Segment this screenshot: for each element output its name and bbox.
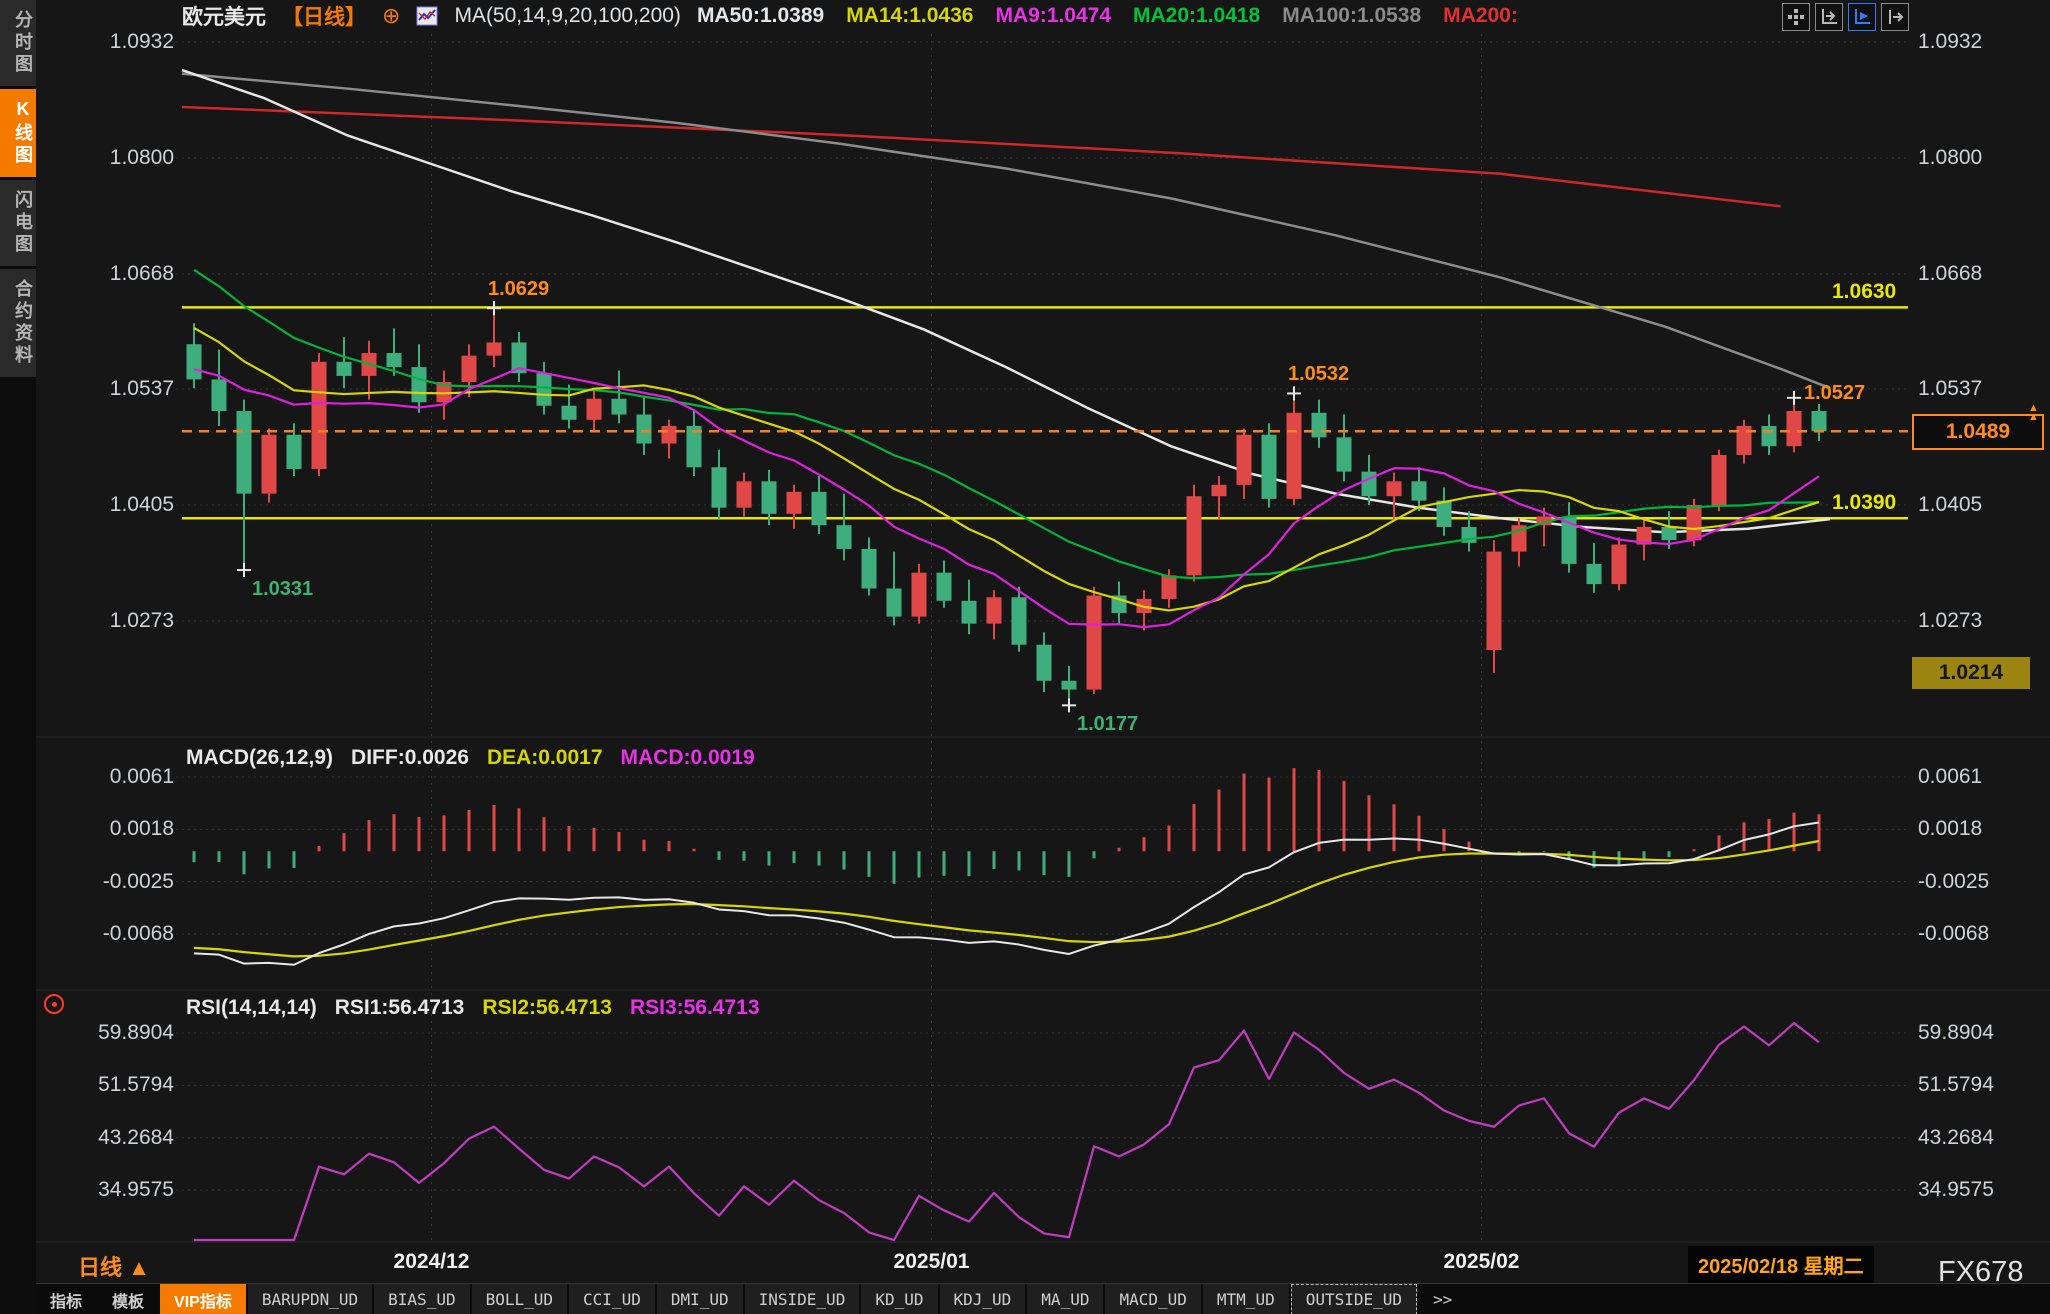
axis-tick-label: 51.5794 [1918,1073,2038,1097]
layout-grid-icon[interactable] [1782,3,1810,31]
price-up-arrows-icon: ▲▲ [2028,404,2039,422]
axis-tick-label: 1.0800 [56,146,174,170]
indicator-value-label: RSI2:56.4713 [482,996,612,1020]
indicator-tab-bias-ud[interactable]: BIAS_UD [374,1284,469,1314]
indicator-value-label: MACD:0.0019 [621,746,755,770]
triangle-up-icon: ▲ [128,1255,150,1280]
axis-tick-label: 34.9575 [56,1178,174,1202]
resistance-level-label: 1.0630 [1832,280,1896,304]
ma-legend-item: MA50:1.0389 [697,4,824,28]
axis-tick-label: -0.0025 [1918,870,2038,894]
chart-header: 欧元美元 【日线】 ⊕ MA(50,14,9,20,100,200) MA50:… [182,2,1518,30]
chart-toolbar [1782,3,1909,31]
price-annotation: 1.0629 [488,278,549,301]
indicator-value-label: DIFF:0.0026 [351,746,469,770]
current-price-badge: 1.0489 [1912,414,2044,450]
exit-right-icon[interactable] [1881,3,1909,31]
ma-legend-item: MA100:1.0538 [1282,4,1421,28]
sidebar-item-2[interactable]: 闪电图 [0,180,36,266]
ma-legend-item: MA14:1.0436 [846,4,973,28]
sidebar-item-3[interactable]: 合约资料 [0,269,36,377]
axis-tick-label: 59.8904 [56,1021,174,1045]
axis-tick-label: 59.8904 [1918,1021,2038,1045]
rsi-title: RSI(14,14,14) [186,996,317,1020]
axis-tick-label: 0.0018 [1918,817,2038,841]
chart-canvas[interactable] [0,0,2050,1314]
indicator-tab-kdj-ud[interactable]: KDJ_UD [940,1284,1026,1314]
mini-chart-icon[interactable] [416,6,438,26]
period-selector[interactable]: 日线 ▲ [78,1250,150,1282]
axis-tick-label: -0.0068 [1918,922,2038,946]
macd-header: MACD(26,12,9) DIFF:0.0026 DEA:0.0017 MACD:… [186,746,755,770]
indicator-tab-cci-ud[interactable]: CCI_UD [569,1284,655,1314]
axis-tick-label: 0.0061 [1918,765,2038,789]
indicator-tab-指标[interactable]: 指标 [36,1284,96,1314]
alert-target-icon[interactable] [44,994,64,1014]
indicator-value-label: RSI1:56.4713 [335,996,465,1020]
ma-legend-item: MA20:1.0418 [1133,4,1260,28]
indicator-tab--[interactable]: >> [1419,1284,1466,1314]
price-annotation: 1.0177 [1077,713,1138,736]
indicator-tab-ma-ud[interactable]: MA_UD [1027,1284,1103,1314]
low-price-badge: 1.0214 [1912,657,2030,689]
axis-tick-label: 1.0273 [56,609,174,633]
ma-settings-label: MA(50,14,9,20,100,200) [454,4,681,28]
axis-tick-label: 51.5794 [56,1073,174,1097]
indicator-tab-dmi-ud[interactable]: DMI_UD [657,1284,743,1314]
axis-tick-label: 0.0018 [56,817,174,841]
axis-tick-label: 1.0668 [56,262,174,286]
sidebar-item-1[interactable]: K线图 [0,89,36,177]
price-annotation: 1.0331 [252,578,313,601]
price-annotation: 1.0527 [1804,382,1865,405]
axis-tick-label: -0.0068 [56,922,174,946]
axis-tick-label: 1.0932 [56,30,174,54]
axis-tick-label: 1.0932 [1918,30,2038,54]
indicator-tab-kd-ud[interactable]: KD_UD [861,1284,937,1314]
axis-tick-label: 34.9575 [1918,1178,2038,1202]
ma-legend: MA50:1.0389 MA14:1.0436 MA9:1.0474 MA20:1.0… [697,4,1518,28]
month-axis-label: 2025/02 [1444,1250,1520,1274]
axis-tick-label: 1.0537 [1918,377,2038,401]
month-axis-label: 2025/01 [894,1250,970,1274]
period-tag[interactable]: 【日线】 [282,1,366,31]
symbol-title: 欧元美元 [182,1,266,31]
axis-play-icon[interactable] [1848,3,1876,31]
axis-tick-label: 1.0537 [56,377,174,401]
indicator-tab-mtm-ud[interactable]: MTM_UD [1203,1284,1289,1314]
indicator-tab-vip指标[interactable]: VIP指标 [160,1284,246,1314]
indicator-tab-inside-ud[interactable]: INSIDE_UD [745,1284,860,1314]
axis-tick-label: 1.0668 [1918,262,2038,286]
axis-tick-label: 1.0800 [1918,146,2038,170]
sidebar-item-0[interactable]: 分时图 [0,0,36,86]
circled-plus-icon[interactable]: ⊕ [382,3,400,29]
axis-tick-label: 1.0405 [56,493,174,517]
ma-legend-item: MA9:1.0474 [995,4,1111,28]
indicator-tab-bar: 指标模板VIP指标BARUPDN_UDBIAS_UDBOLL_UDCCI_UDD… [36,1283,2050,1314]
indicator-tab-barupdn-ud[interactable]: BARUPDN_UD [248,1284,372,1314]
indicator-tab-macd-ud[interactable]: MACD_UD [1105,1284,1200,1314]
axis-tick-label: 43.2684 [1918,1126,2038,1150]
ma-legend-item: MA200: [1443,4,1518,28]
axis-scale-icon[interactable] [1815,3,1843,31]
axis-tick-label: 1.0405 [1918,493,2038,517]
indicator-value-label: RSI3:56.4713 [630,996,760,1020]
month-axis-label: 2024/12 [394,1250,470,1274]
indicator-tab-outside-ud[interactable]: OUTSIDE_UD [1291,1284,1417,1314]
trading-app-window: 分时图K线图闪电图合约资料 欧元美元 【日线】 ⊕ MA(50,14,9,20,… [0,0,2050,1314]
axis-tick-label: 43.2684 [56,1126,174,1150]
price-annotation: 1.0532 [1288,363,1349,386]
axis-tick-label: 0.0061 [56,765,174,789]
indicator-value-label: DEA:0.0017 [487,746,603,770]
rsi-header: RSI(14,14,14) RSI1:56.4713 RSI2:56.4713 RS… [186,996,760,1020]
axis-tick-label: -0.0025 [56,870,174,894]
left-sidebar: 分时图K线图闪电图合约资料 [0,0,36,1314]
indicator-tab-boll-ud[interactable]: BOLL_UD [472,1284,567,1314]
period-text: 日线 [78,1255,122,1280]
macd-title: MACD(26,12,9) [186,746,333,770]
axis-tick-label: 1.0273 [1918,609,2038,633]
indicator-tab-模板[interactable]: 模板 [98,1284,158,1314]
support-level-label: 1.0390 [1832,491,1896,515]
cursor-date-badge: 2025/02/18 星期二 [1688,1246,1874,1283]
